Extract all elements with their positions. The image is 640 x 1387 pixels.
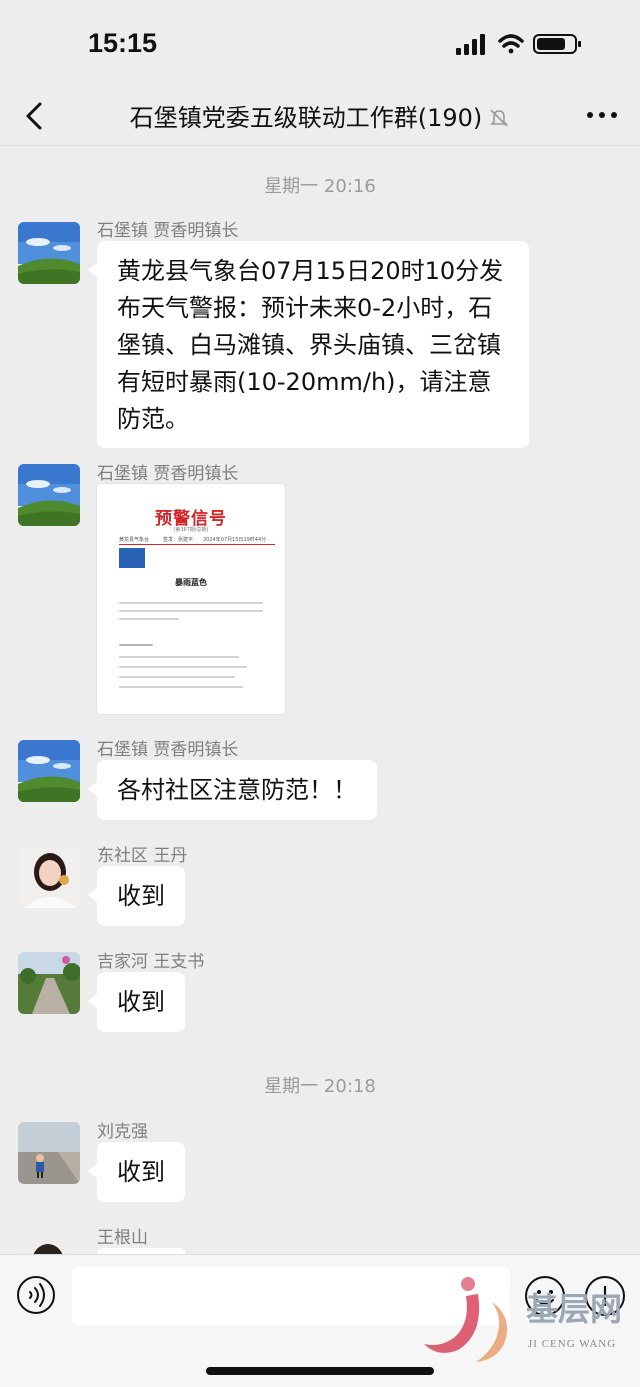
warning-document-image[interactable]: 预警信号 (第367期/总期) 黄龙县气象台 签发：张建平 2024年07月15… — [97, 484, 285, 714]
sender-name: 东社区 王丹 — [97, 846, 188, 866]
sender-name: 石堡镇 贾香明镇长 — [97, 740, 239, 760]
chevron-left-icon[interactable] — [18, 96, 52, 136]
watermark-latin: JI CENG WANG — [528, 1338, 617, 1350]
doc-text-line — [119, 656, 239, 658]
watermark-logo-icon — [424, 1277, 508, 1362]
status-time: 15:15 — [88, 28, 158, 58]
sender-name: 吉家河 王支书 — [97, 952, 205, 972]
watermark: 基层网 JI CENG WANG — [418, 1270, 640, 1370]
doc-issuer: 签发：张建平 — [163, 537, 194, 543]
battery-icon — [533, 34, 581, 54]
message-bubble[interactable]: 收到 — [88, 972, 185, 1032]
message-bubble[interactable]: 收到 — [88, 1142, 185, 1202]
doc-text-line — [119, 602, 263, 604]
chat-title: 石堡镇党委五级联动工作群(190) — [60, 98, 580, 133]
doc-text-line — [119, 676, 235, 678]
doc-divider — [119, 544, 275, 545]
voice-icon[interactable] — [16, 1275, 56, 1315]
chat-header: 石堡镇党委五级联动工作群(190) — [0, 88, 640, 146]
bell-slash-icon — [490, 109, 509, 127]
doc-text-line — [119, 618, 179, 620]
chat-title-text: 石堡镇党委五级联动工作群(190) — [129, 104, 483, 132]
doc-text-line — [119, 686, 243, 688]
message-bubble[interactable]: 收到 — [88, 866, 185, 926]
doc-text-line — [119, 644, 153, 646]
doc-subtitle: 暴雨蓝色 — [175, 578, 207, 587]
sender-name: 石堡镇 贾香明镇长 — [97, 221, 239, 241]
status-icons — [456, 34, 581, 55]
sender-name: 王根山 — [97, 1228, 148, 1248]
ellipsis-icon[interactable] — [582, 98, 622, 132]
wifi-icon — [498, 34, 524, 54]
sender-name: 刘克强 — [97, 1122, 148, 1142]
doc-text-line — [119, 666, 247, 668]
avatar[interactable] — [18, 1228, 80, 1254]
avatar[interactable] — [18, 1122, 80, 1184]
message-timestamp: 星期一 20:16 — [264, 176, 376, 197]
avatar[interactable] — [18, 740, 80, 802]
doc-org: 黄龙县气象台 — [119, 537, 150, 543]
cellular-signal-icon — [456, 34, 485, 55]
message-bubble[interactable]: 黄龙县气象台07月15日20时10分发布天气警报：预计未来0-2小时，石堡镇、白… — [88, 241, 529, 448]
message-bubble[interactable]: 各村社区注意防范！！ — [88, 760, 377, 820]
message-timestamp: 星期一 20:18 — [264, 1076, 376, 1097]
sender-name: 石堡镇 贾香明镇长 — [97, 464, 239, 484]
doc-subheading: (第367期/总期) — [173, 527, 209, 533]
avatar[interactable] — [18, 464, 80, 526]
blue-signal-icon — [119, 548, 145, 568]
avatar[interactable] — [18, 952, 80, 1014]
doc-date: 2024年07月15日19时44分 — [203, 537, 267, 543]
watermark-name: 基层网 — [526, 1290, 623, 1328]
avatar[interactable] — [18, 222, 80, 284]
home-indicator — [206, 1367, 434, 1375]
avatar[interactable] — [18, 846, 80, 908]
status-bar: 15:15 — [0, 0, 640, 88]
doc-text-line — [119, 610, 263, 612]
